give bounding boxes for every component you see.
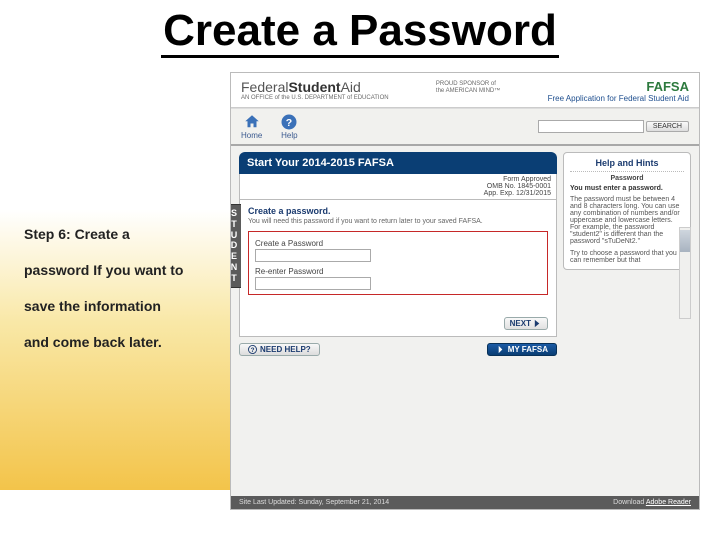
svg-text:?: ? (286, 117, 292, 129)
form-desc: You will need this password if you want … (248, 218, 548, 225)
page-banner: Start Your 2014-2015 FAFSA (239, 152, 557, 174)
nav-row: Home ? Help SEARCH (231, 108, 699, 146)
svg-text:?: ? (251, 347, 255, 354)
chevron-right-icon (496, 345, 505, 354)
password-input[interactable] (255, 249, 371, 262)
need-help-button[interactable]: ? NEED HELP? (239, 343, 320, 356)
password-group: Create a Password Re-enter Password (248, 231, 548, 295)
adobe-reader-link[interactable]: Adobe Reader (646, 499, 691, 506)
student-tab[interactable]: STUDENT STUDENT (230, 204, 241, 288)
pw-label: Create a Password (255, 239, 541, 248)
search-group: SEARCH (538, 120, 689, 133)
hints-p1: The password must be between 4 and 8 cha… (570, 196, 684, 245)
hints-p2: Try to choose a password that you can re… (570, 250, 684, 264)
brand-mid: PROUD SPONSOR of the AMERICAN MIND™ (436, 81, 500, 103)
app-footer: Site Last Updated: Sunday, September 21,… (231, 496, 699, 509)
slide-title: Create a Password (0, 6, 720, 56)
hints-label: Password (570, 175, 684, 182)
brand-row: FederalStudentAid AN OFFICE of the U.S. … (231, 73, 699, 108)
next-button[interactable]: NEXT (504, 317, 548, 330)
my-fafsa-button[interactable]: MY FAFSA (487, 343, 557, 356)
brand-left: FederalStudentAid AN OFFICE of the U.S. … (241, 79, 389, 103)
help-q-icon: ? (248, 345, 257, 354)
fafsa-app-frame: FederalStudentAid AN OFFICE of the U.S. … (230, 72, 700, 510)
nav-home[interactable]: Home (241, 113, 262, 140)
help-hints-panel: Help and Hints Password You must enter a… (563, 152, 691, 270)
home-icon (243, 113, 261, 131)
form-heading: Create a password. (248, 206, 548, 216)
next-arrow-icon (533, 319, 542, 328)
form-box: STUDENT STUDENT Create a password. You w… (239, 200, 557, 337)
reenter-password-input[interactable] (255, 277, 371, 290)
hints-scrollbar[interactable] (679, 227, 691, 319)
omb-box: Form ApprovedOMB No. 1845-0001App. Exp. … (239, 174, 557, 200)
step-tip: Step 6: Create a password If you want to… (24, 220, 224, 370)
hints-must: You must enter a password. (570, 185, 684, 192)
brand-right: FAFSA Free Application for Federal Stude… (548, 79, 689, 103)
hints-title: Help and Hints (570, 158, 684, 172)
footer-updated: Site Last Updated: Sunday, September 21,… (239, 499, 389, 506)
help-icon: ? (280, 113, 298, 131)
search-input[interactable] (538, 120, 644, 133)
search-button[interactable]: SEARCH (646, 121, 689, 132)
repw-label: Re-enter Password (255, 267, 541, 276)
nav-help[interactable]: ? Help (280, 113, 298, 140)
